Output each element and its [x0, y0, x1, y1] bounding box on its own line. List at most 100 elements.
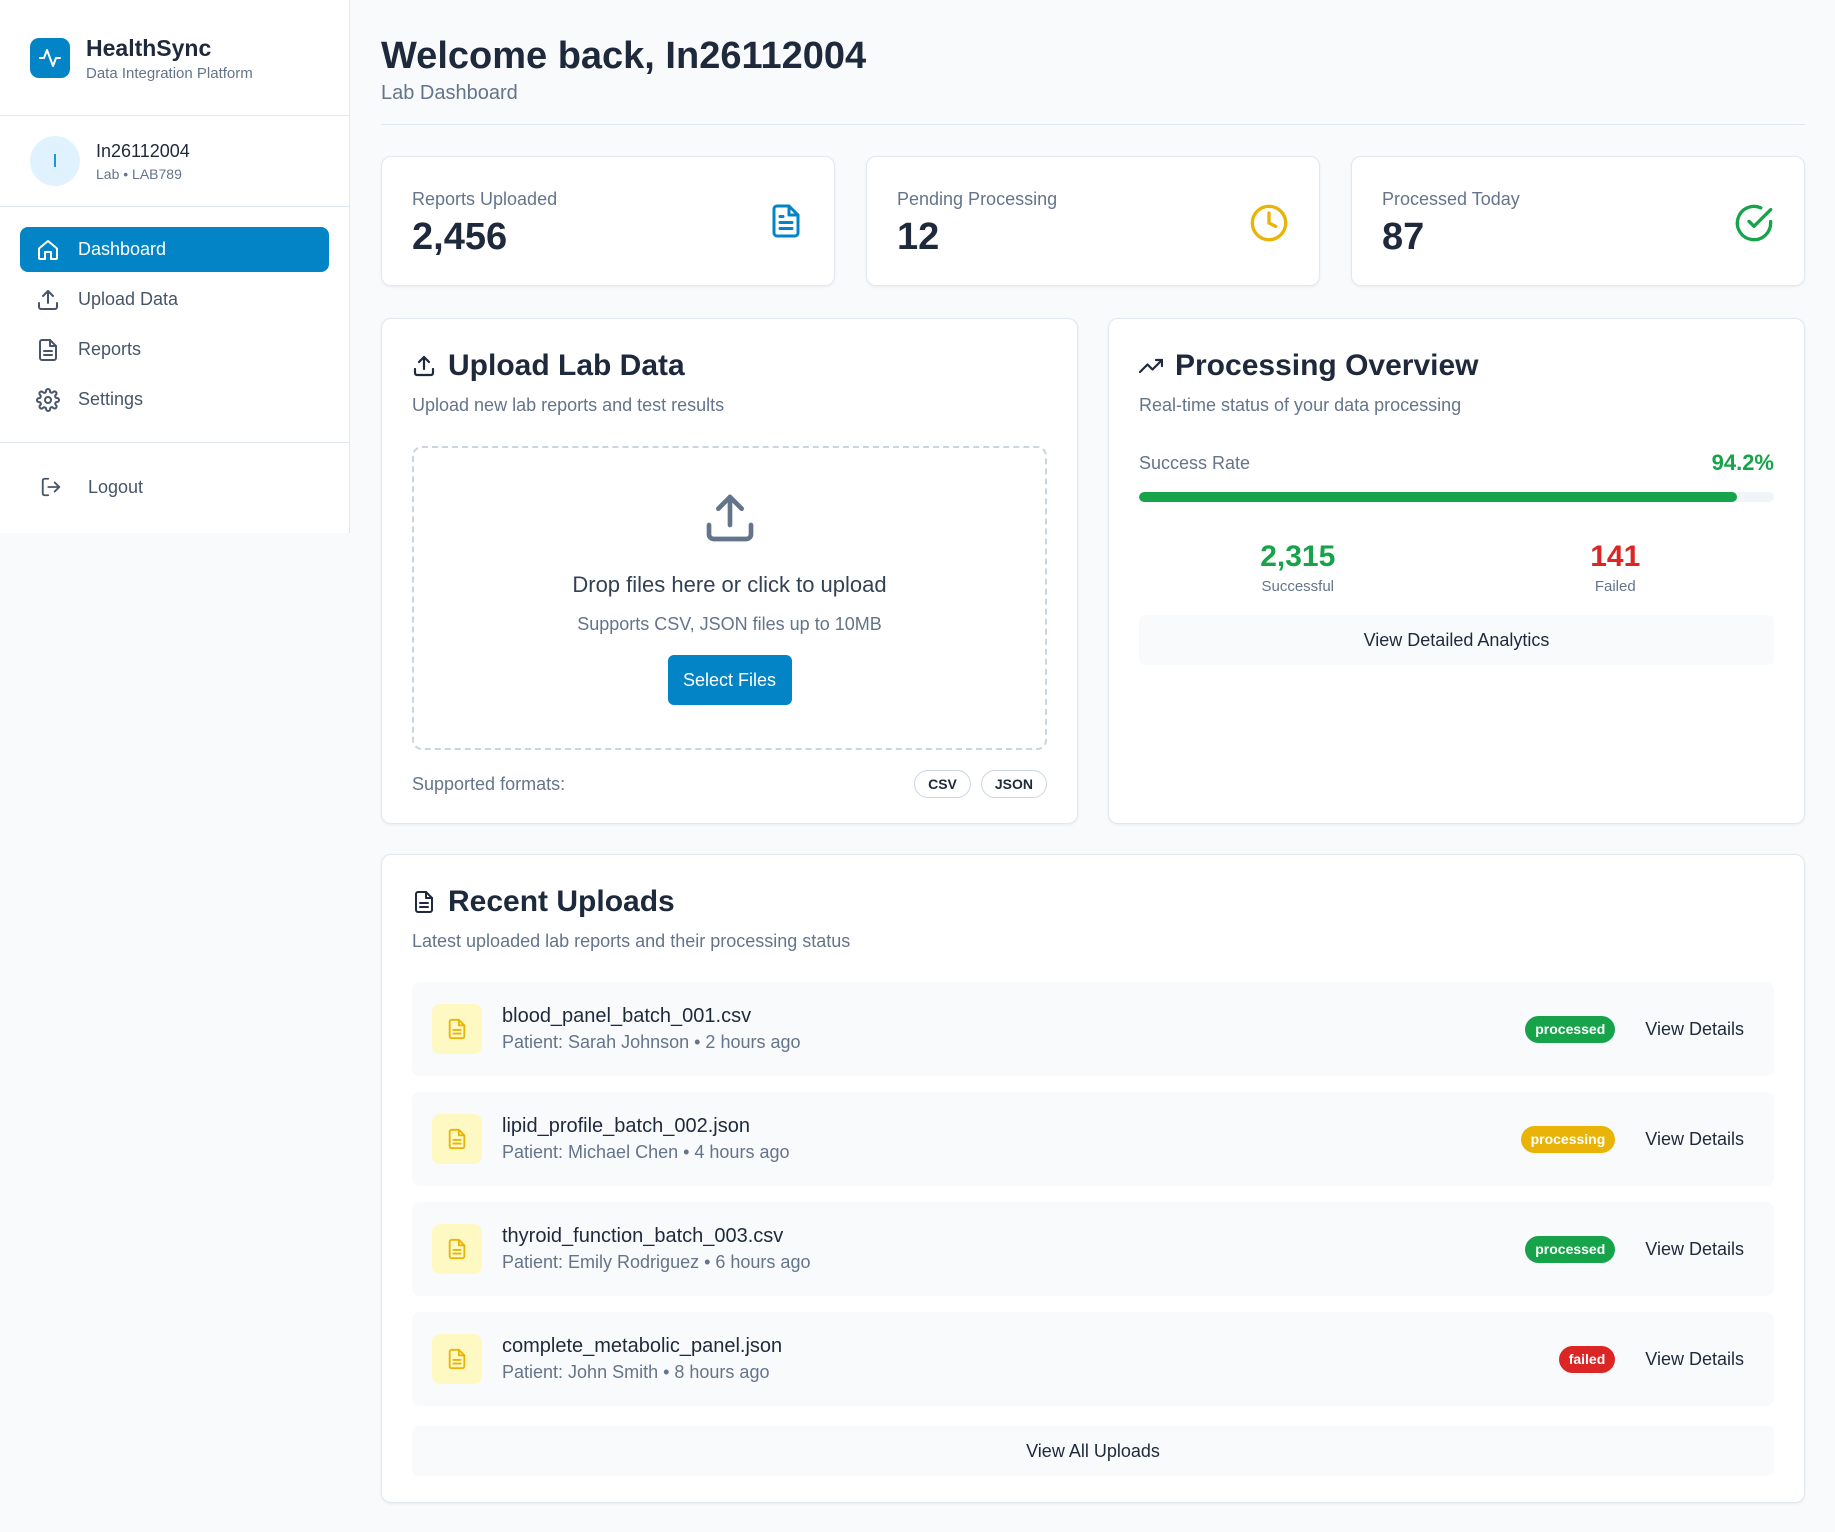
trending-up-icon: [1139, 354, 1163, 378]
status-badge: processing: [1520, 1125, 1616, 1153]
sidebar-item-reports[interactable]: Reports: [20, 327, 329, 372]
logout-label: Logout: [88, 476, 144, 497]
upload-icon: [702, 490, 758, 546]
sidebar-item-label: Upload Data: [78, 289, 179, 309]
list-item: blood_panel_batch_001.csv Patient: Sarah…: [412, 982, 1774, 1076]
sidebar-item-upload-data[interactable]: Upload Data: [20, 277, 329, 322]
processing-counts: 2,315 Successful 141 Failed: [1139, 540, 1774, 595]
upload-icon: [412, 354, 436, 378]
format-chip-csv: CSV: [914, 770, 971, 798]
document-icon: [412, 890, 436, 914]
stat-label: Reports Uploaded: [412, 189, 558, 209]
successful-count: 2,315: [1260, 540, 1336, 573]
file-icon: [432, 1114, 482, 1164]
view-detailed-analytics-button[interactable]: View Detailed Analytics: [1139, 615, 1774, 665]
failed-label: Failed: [1594, 578, 1636, 595]
format-chip-json: JSON: [980, 770, 1047, 798]
document-icon: [768, 203, 804, 239]
recent-uploads-title: Recent Uploads: [412, 885, 1774, 919]
file-icon: [432, 1004, 482, 1054]
file-meta: Patient: Michael Chen • 4 hours ago: [502, 1142, 790, 1162]
upload-icon: [36, 288, 60, 312]
view-details-link[interactable]: View Details: [1645, 1019, 1744, 1040]
stat-label: Processed Today: [1382, 189, 1520, 209]
file-icon: [432, 1334, 482, 1384]
file-meta: Patient: Emily Rodriguez • 6 hours ago: [502, 1252, 811, 1272]
brand-subtitle: Data Integration Platform: [86, 64, 253, 82]
sidebar-item-label: Dashboard: [78, 239, 167, 259]
successful-count-block: 2,315 Successful: [1139, 540, 1457, 595]
user-meta: Lab • LAB789: [96, 165, 182, 182]
status-badge: processed: [1525, 1015, 1616, 1043]
processing-panel: Processing Overview Real-time status of …: [1108, 318, 1805, 824]
sidebar-item-label: Reports: [78, 339, 142, 359]
success-rate-value: 94.2%: [1711, 450, 1774, 475]
upload-panel-subtitle: Upload new lab reports and test results: [412, 395, 725, 415]
failed-count-block: 141 Failed: [1457, 540, 1775, 595]
uploads-list: blood_panel_batch_001.csv Patient: Sarah…: [412, 982, 1774, 1406]
stat-card-reports-uploaded: Reports Uploaded 2,456: [381, 156, 835, 286]
list-item: complete_metabolic_panel.json Patient: J…: [412, 1312, 1774, 1406]
formats-label: Supported formats:: [412, 773, 566, 794]
view-details-link[interactable]: View Details: [1645, 1349, 1744, 1370]
stat-value: 12: [897, 216, 940, 258]
brand: HealthSync Data Integration Platform: [0, 0, 349, 116]
stat-value: 2,456: [412, 216, 508, 258]
view-all-uploads-button[interactable]: View All Uploads: [412, 1426, 1774, 1476]
upload-title-text: Upload Lab Data: [448, 349, 685, 382]
recent-title-text: Recent Uploads: [448, 885, 675, 918]
success-rate-row: Success Rate 94.2%: [1139, 450, 1774, 476]
success-rate-progress-fill: [1139, 492, 1738, 502]
recent-uploads-panel: Recent Uploads Latest uploaded lab repor…: [381, 854, 1805, 1503]
logout-icon: [40, 476, 62, 498]
sidebar-nav: Dashboard Upload Data Reports Settings: [0, 207, 349, 443]
status-badge: processed: [1525, 1235, 1616, 1263]
stat-card-processed-today: Processed Today 87: [1351, 156, 1805, 286]
sidebar-item-settings[interactable]: Settings: [20, 377, 329, 422]
sidebar-item-label: Settings: [78, 389, 144, 409]
clock-icon: [1249, 203, 1289, 243]
page-title: Welcome back, In26112004: [381, 35, 867, 77]
supported-formats: Supported formats: CSV JSON: [412, 770, 1047, 798]
upload-panel-title: Upload Lab Data: [412, 349, 1047, 383]
document-icon: [36, 338, 60, 362]
view-details-link[interactable]: View Details: [1645, 1129, 1744, 1150]
brand-name: HealthSync: [86, 34, 212, 61]
processing-panel-title: Processing Overview: [1139, 349, 1774, 383]
stat-label: Pending Processing: [897, 189, 1058, 209]
stat-card-pending-processing: Pending Processing 12: [866, 156, 1320, 286]
user-profile: I In26112004 Lab • LAB789: [0, 116, 349, 207]
success-rate-progress: [1139, 492, 1774, 502]
list-item: lipid_profile_batch_002.json Patient: Mi…: [412, 1092, 1774, 1186]
success-rate-label: Success Rate: [1139, 452, 1251, 473]
file-dropzone[interactable]: Drop files here or click to upload Suppo…: [412, 446, 1047, 750]
home-icon: [36, 238, 60, 262]
select-files-button[interactable]: Select Files: [667, 655, 792, 705]
user-name: In26112004: [96, 140, 190, 161]
logout-button[interactable]: Logout: [0, 443, 349, 531]
file-name: thyroid_function_batch_003.csv: [502, 1225, 784, 1247]
list-item: thyroid_function_batch_003.csv Patient: …: [412, 1202, 1774, 1296]
dropzone-title: Drop files here or click to upload: [572, 572, 887, 597]
file-name: blood_panel_batch_001.csv: [502, 1005, 752, 1027]
processing-title-text: Processing Overview: [1175, 349, 1479, 382]
sidebar: HealthSync Data Integration Platform I I…: [0, 0, 350, 533]
check-circle-icon: [1734, 203, 1774, 243]
avatar: I: [30, 136, 80, 186]
page-header: Welcome back, In26112004 Lab Dashboard: [381, 0, 1805, 125]
file-name: complete_metabolic_panel.json: [502, 1335, 783, 1357]
recent-uploads-subtitle: Latest uploaded lab reports and their pr…: [412, 931, 851, 951]
gear-icon: [36, 387, 60, 412]
status-badge: failed: [1558, 1345, 1616, 1373]
failed-count: 141: [1590, 540, 1641, 573]
upload-panel: Upload Lab Data Upload new lab reports a…: [381, 318, 1078, 824]
successful-label: Successful: [1261, 578, 1335, 595]
sidebar-item-dashboard[interactable]: Dashboard: [20, 227, 329, 272]
file-icon: [432, 1224, 482, 1274]
page-subtitle: Lab Dashboard: [381, 82, 518, 104]
main-content: Welcome back, In26112004 Lab Dashboard R…: [381, 0, 1805, 1503]
view-details-link[interactable]: View Details: [1645, 1239, 1744, 1260]
file-name: lipid_profile_batch_002.json: [502, 1115, 750, 1137]
stat-value: 87: [1382, 216, 1425, 258]
dropzone-subtitle: Supports CSV, JSON files up to 10MB: [577, 614, 882, 634]
